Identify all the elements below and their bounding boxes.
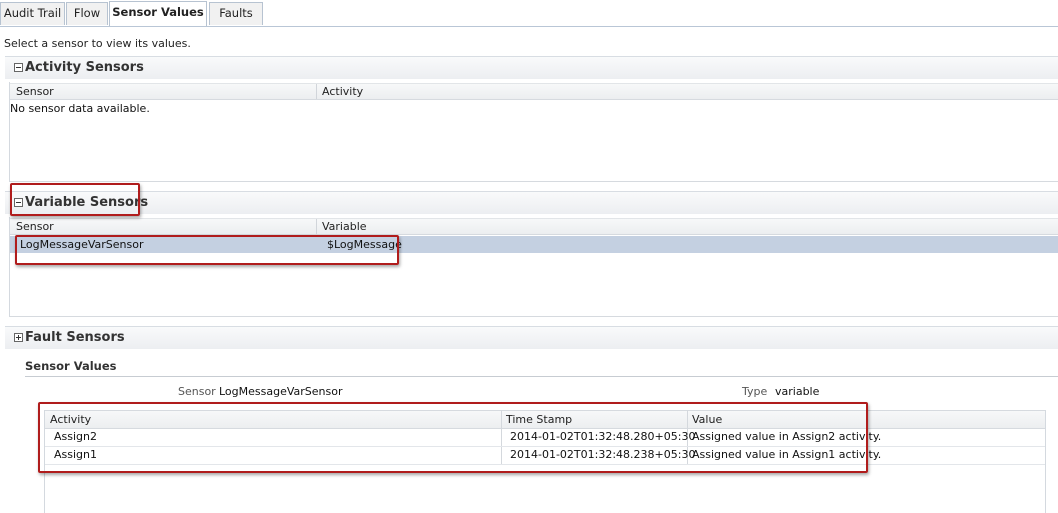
fault-sensors-header[interactable]: Fault Sensors: [5, 326, 1058, 349]
instruction-text: Select a sensor to view its values.: [4, 37, 191, 50]
highlight-box: [10, 183, 140, 216]
tab-flow[interactable]: Flow: [66, 2, 108, 25]
sensor-label: Sensor: [178, 385, 216, 398]
highlight-box: [38, 402, 868, 473]
column-activity[interactable]: Activity: [322, 84, 363, 99]
activity-sensors-title: Activity Sensors: [25, 60, 144, 75]
activity-sensors-panel: Sensor Activity No sensor data available…: [9, 82, 1058, 182]
highlight-box: [15, 235, 399, 265]
sensor-value: LogMessageVarSensor: [219, 385, 343, 398]
activity-sensors-header[interactable]: Activity Sensors: [5, 56, 1058, 79]
variable-sensors-header[interactable]: Variable Sensors: [5, 191, 1058, 214]
expand-icon[interactable]: [14, 333, 23, 342]
type-value: variable: [775, 385, 820, 398]
tab-faults[interactable]: Faults: [209, 2, 263, 25]
column-sensor[interactable]: Sensor: [16, 219, 54, 234]
variable-sensors-column-header: Sensor Variable: [10, 218, 1058, 235]
type-label: Type: [742, 385, 768, 398]
sensor-values-title: Sensor Values: [25, 359, 117, 373]
fault-sensors-title: Fault Sensors: [25, 330, 125, 345]
column-sensor[interactable]: Sensor: [16, 84, 54, 99]
variable-sensors-panel: Sensor Variable LogMessageVarSensor $Log…: [9, 217, 1058, 317]
collapse-icon[interactable]: [14, 63, 23, 72]
tab-audit-trail[interactable]: Audit Trail: [0, 2, 65, 25]
tab-bar: Audit Trail Flow Sensor Values Faults: [0, 0, 1058, 27]
no-data-message: No sensor data available.: [10, 102, 150, 115]
divider: [25, 376, 1058, 377]
activity-sensors-column-header: Sensor Activity: [10, 83, 1058, 100]
tab-sensor-values[interactable]: Sensor Values: [109, 1, 207, 26]
column-variable[interactable]: Variable: [322, 219, 367, 234]
